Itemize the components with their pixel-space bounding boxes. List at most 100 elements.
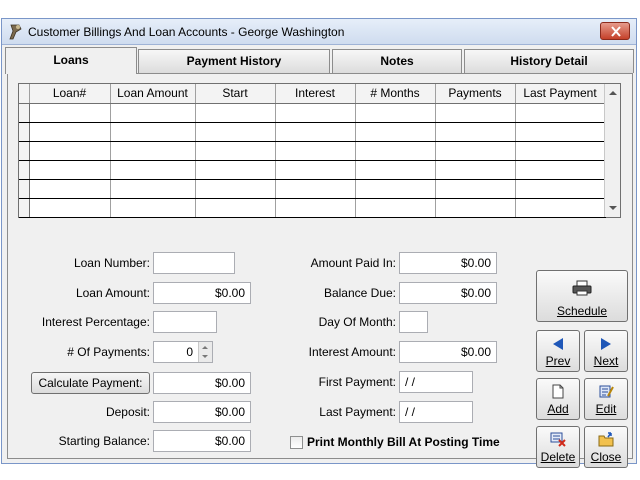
- table-cell: [435, 103, 516, 123]
- table-cell: [355, 198, 436, 218]
- stepper-arrows[interactable]: [198, 342, 212, 362]
- tab-bar: Loans Payment History Notes History Deta…: [2, 47, 636, 74]
- new-document-icon: [552, 384, 564, 399]
- table-cell: [110, 179, 196, 199]
- day-of-month-field[interactable]: [399, 311, 428, 333]
- table-cell: [275, 141, 356, 161]
- loan-number-field[interactable]: [153, 252, 235, 274]
- calculate-payment-button[interactable]: Calculate Payment:: [31, 372, 150, 394]
- row-selector[interactable]: [19, 179, 30, 199]
- column-header-payments[interactable]: Payments: [435, 84, 516, 104]
- row-selector[interactable]: [19, 198, 30, 218]
- table-cell: [29, 179, 111, 199]
- number-of-payments-value: 0: [186, 345, 193, 359]
- column-header-loan-amount[interactable]: Loan Amount: [110, 84, 196, 104]
- window-close-button[interactable]: [600, 22, 630, 40]
- column-header-last-payment[interactable]: Last Payment: [515, 84, 606, 104]
- first-payment-date-field[interactable]: / /: [399, 371, 473, 393]
- edit-button[interactable]: Edit: [584, 378, 628, 420]
- table-cell: [435, 179, 516, 199]
- grid-vertical-scrollbar[interactable]: [604, 84, 620, 217]
- interest-percentage-field[interactable]: [153, 311, 217, 333]
- table-cell: [29, 103, 111, 123]
- table-row[interactable]: [19, 122, 606, 142]
- loan-amount-label: Loan Amount:: [75, 286, 150, 300]
- table-cell: [29, 141, 111, 161]
- last-payment-date-field[interactable]: / /: [399, 401, 473, 423]
- deposit-field[interactable]: $0.00: [153, 401, 251, 423]
- column-header-interest[interactable]: Interest: [275, 84, 356, 104]
- loans-grid[interactable]: Loan# Loan Amount Start Interest # Month…: [18, 83, 621, 218]
- table-cell: [355, 103, 436, 123]
- column-header-months[interactable]: # Months: [355, 84, 436, 104]
- table-cell: [195, 198, 276, 218]
- next-button-label: Next: [593, 354, 619, 368]
- prev-button[interactable]: Prev: [536, 330, 580, 372]
- balance-due-field[interactable]: $0.00: [399, 282, 497, 304]
- loans-panel: Loan# Loan Amount Start Interest # Month…: [7, 73, 633, 468]
- interest-amount-label: Interest Amount:: [308, 345, 396, 359]
- table-cell: [275, 160, 356, 180]
- column-header-start[interactable]: Start: [195, 84, 276, 104]
- tab-history-detail[interactable]: History Detail: [464, 49, 634, 73]
- row-selector[interactable]: [19, 160, 30, 180]
- print-monthly-bill-checkbox[interactable]: [290, 436, 303, 449]
- interest-percentage-label: Interest Percentage:: [41, 315, 150, 329]
- table-row[interactable]: [19, 160, 606, 180]
- close-button[interactable]: Close: [584, 426, 628, 468]
- print-monthly-bill-label: Print Monthly Bill At Posting Time: [307, 435, 500, 449]
- table-cell: [515, 103, 606, 123]
- calculated-payment-field[interactable]: $0.00: [153, 372, 251, 394]
- edit-button-label: Edit: [595, 402, 617, 416]
- first-payment-label: First Payment:: [318, 375, 396, 389]
- table-cell: [355, 179, 436, 199]
- table-cell: [29, 122, 111, 142]
- next-button[interactable]: Next: [584, 330, 628, 372]
- number-of-payments-stepper[interactable]: 0: [153, 341, 213, 363]
- deposit-label: Deposit:: [105, 405, 150, 419]
- add-button[interactable]: Add: [536, 378, 580, 420]
- tab-loans[interactable]: Loans: [5, 47, 137, 74]
- table-row[interactable]: [19, 103, 606, 123]
- last-payment-label: Last Payment:: [319, 405, 396, 419]
- close-button-label: Close: [590, 450, 622, 464]
- loan-amount-field[interactable]: $0.00: [153, 282, 251, 304]
- tab-payment-history[interactable]: Payment History: [138, 49, 330, 73]
- row-selector-header: [19, 84, 30, 104]
- delete-button[interactable]: Delete: [536, 426, 580, 468]
- amount-paid-in-field[interactable]: $0.00: [399, 252, 497, 274]
- interest-amount-field[interactable]: $0.00: [399, 341, 497, 363]
- table-cell: [29, 160, 111, 180]
- table-cell: [195, 160, 276, 180]
- table-row[interactable]: [19, 198, 606, 218]
- arrow-right-icon: [601, 338, 611, 350]
- table-cell: [110, 198, 196, 218]
- stepper-up-icon[interactable]: [202, 346, 208, 349]
- row-selector[interactable]: [19, 122, 30, 142]
- table-cell: [195, 141, 276, 161]
- column-header-loan-number[interactable]: Loan#: [29, 84, 111, 104]
- table-cell: [435, 141, 516, 161]
- row-selector[interactable]: [19, 141, 30, 161]
- table-cell: [110, 103, 196, 123]
- schedule-button[interactable]: Schedule: [536, 270, 628, 322]
- folder-close-icon: [598, 432, 614, 447]
- prev-button-label: Prev: [545, 354, 571, 368]
- table-cell: [195, 179, 276, 199]
- table-cell: [275, 179, 356, 199]
- loan-accounts-window: Customer Billings And Loan Accounts - Ge…: [1, 18, 637, 468]
- day-of-month-label: Day Of Month:: [318, 315, 396, 329]
- table-cell: [435, 160, 516, 180]
- table-row[interactable]: [19, 179, 606, 199]
- close-icon: [611, 26, 621, 37]
- scroll-down-arrow-icon[interactable]: [609, 206, 617, 210]
- stepper-down-icon[interactable]: [202, 355, 208, 358]
- row-selector[interactable]: [19, 103, 30, 123]
- tab-notes[interactable]: Notes: [332, 49, 462, 73]
- table-row[interactable]: [19, 141, 606, 161]
- number-of-payments-label: # Of Payments:: [67, 345, 150, 359]
- scroll-up-arrow-icon[interactable]: [609, 91, 617, 95]
- starting-balance-field[interactable]: $0.00: [153, 430, 251, 452]
- balance-due-label: Balance Due:: [323, 286, 396, 300]
- arrow-left-icon: [553, 338, 563, 350]
